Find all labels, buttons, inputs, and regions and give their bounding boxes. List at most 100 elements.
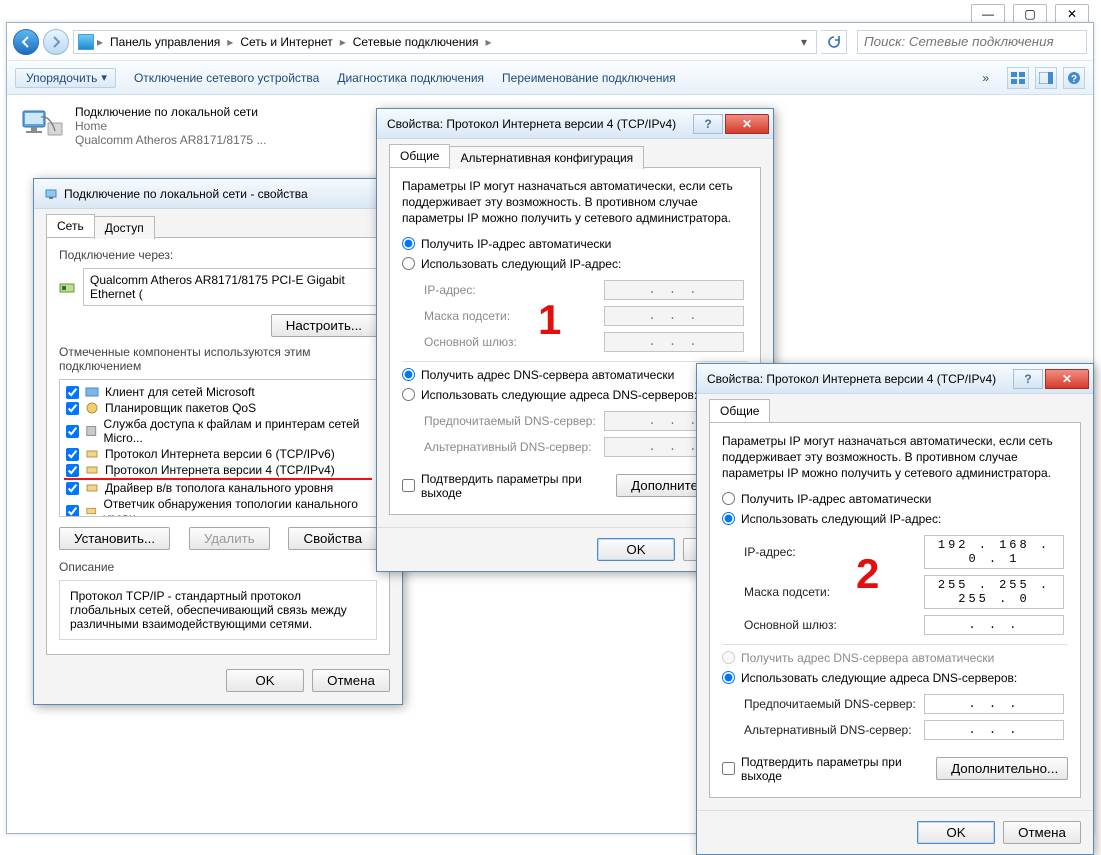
adapter-properties-dialog: Подключение по локальной сети - свойства… [33,178,403,705]
dialog-title: Свойства: Протокол Интернета версии 4 (T… [707,372,996,386]
cancel-button[interactable]: Отмена [312,669,390,692]
annotation-1: 1 [538,296,561,344]
radio-manual-ip[interactable] [402,257,415,270]
tab-strip: Сеть Доступ [46,214,390,237]
gateway-input: . . . [604,332,744,352]
toolbar-overflow[interactable]: » [982,71,989,85]
radio-auto-dns [722,651,735,664]
ok-button[interactable]: OK [597,538,675,561]
tab-access[interactable]: Доступ [94,216,155,239]
radio-auto-ip[interactable] [722,492,735,505]
dns1-input[interactable]: . . . [924,694,1064,714]
dialog-titlebar[interactable]: Свойства: Протокол Интернета версии 4 (T… [697,364,1093,394]
components-list[interactable]: Клиент для сетей Microsoft Планировщик п… [59,379,377,517]
dns2-input[interactable]: . . . [924,720,1064,740]
radio-auto-ip-label: Получить IP-адрес автоматически [421,237,611,251]
ok-button[interactable]: OK [917,821,995,844]
search-input[interactable] [857,30,1087,54]
back-button[interactable] [13,29,39,55]
adapter-name-field: Qualcomm Atheros AR8171/8175 PCI-E Gigab… [83,268,377,306]
tab-general[interactable]: Общие [709,399,770,422]
dns2-label: Альтернативный DNS-сервер: [744,723,924,737]
client-icon [85,385,99,399]
radio-auto-ip-label: Получить IP-адрес автоматически [741,492,931,506]
diagnose-connection-button[interactable]: Диагностика подключения [337,71,484,85]
breadcrumb[interactable]: ▸ Панель управления ▸ Сеть и Интернет ▸ … [73,30,817,54]
ok-button[interactable]: OK [226,669,304,692]
close-window-button[interactable]: ✕ [1055,4,1089,24]
toolbar: Упорядочить ▾ Отключение сетевого устрой… [7,61,1093,95]
forward-button[interactable] [43,29,69,55]
preview-pane-button[interactable] [1035,67,1057,89]
list-item: Планировщик пакетов QoS [64,400,372,416]
confirm-on-exit-checkbox[interactable] [402,479,415,492]
radio-auto-ip[interactable] [402,237,415,250]
dns1-label: Предпочитаемый DNS-сервер: [424,414,604,428]
maximize-button[interactable]: ▢ [1013,4,1047,24]
intro-text: Параметры IP могут назначаться автоматич… [402,178,748,227]
dialog-titlebar[interactable]: Подключение по локальной сети - свойства [34,179,402,209]
advanced-button[interactable]: Дополнительно... [936,757,1068,780]
dialog-close-button[interactable]: ✕ [725,114,769,134]
item-checkbox[interactable] [66,464,79,477]
help-button[interactable]: ? [1063,67,1085,89]
list-item: Протокол Интернета версии 6 (TCP/IPv6) [64,446,372,462]
mask-label: Маска подсети: [744,585,924,599]
component-properties-button[interactable]: Свойства [288,527,377,550]
organize-menu[interactable]: Упорядочить ▾ [15,68,116,88]
network-item-text: Подключение по локальной сети Home Qualc… [75,105,266,147]
refresh-button[interactable] [821,30,847,54]
radio-auto-dns[interactable] [402,368,415,381]
breadcrumb-item[interactable]: Сеть и Интернет [236,35,336,49]
breadcrumb-item[interactable]: Сетевые подключения [349,35,483,49]
dns2-label: Альтернативный DNS-сервер: [424,440,604,454]
dialog-help-button[interactable]: ? [693,114,723,134]
cancel-button[interactable]: Отмена [1003,821,1081,844]
protocol-icon [85,447,99,461]
intro-text: Параметры IP могут назначаться автоматич… [722,433,1068,482]
radio-manual-dns-label: Использовать следующие адреса DNS-сервер… [741,671,1017,685]
install-button[interactable]: Установить... [59,527,170,550]
dialog-titlebar[interactable]: Свойства: Протокол Интернета версии 4 (T… [377,109,773,139]
control-panel-icon [78,34,94,50]
gateway-label: Основной шлюз: [424,335,604,349]
item-checkbox[interactable] [66,386,79,399]
list-item: Клиент для сетей Microsoft [64,384,372,400]
dns1-label: Предпочитаемый DNS-сервер: [744,697,924,711]
list-item: Ответчик обнаружения топологии канальног… [64,496,372,517]
radio-manual-dns[interactable] [402,388,415,401]
list-item: Служба доступа к файлам и принтерам сете… [64,416,372,446]
configure-button[interactable]: Настроить... [271,314,377,337]
ip-input: . . . [604,280,744,300]
confirm-on-exit-checkbox[interactable] [722,762,735,775]
radio-manual-dns[interactable] [722,671,735,684]
breadcrumb-item[interactable]: Панель управления [106,35,224,49]
confirm-on-exit-label: Подтвердить параметры при выходе [741,755,936,783]
rename-connection-button[interactable]: Переименование подключения [502,71,676,85]
gateway-input[interactable]: . . . [924,615,1064,635]
radio-auto-dns-label: Получить адрес DNS-сервера автоматически [741,651,994,665]
item-checkbox[interactable] [66,425,79,438]
tab-alt-config[interactable]: Альтернативная конфигурация [449,146,644,169]
dialog-help-button[interactable]: ? [1013,369,1043,389]
protocol-icon [85,504,97,517]
ip-input[interactable]: 192 . 168 . 0 . 1 [924,535,1064,569]
radio-manual-ip[interactable] [722,512,735,525]
item-checkbox[interactable] [66,482,79,495]
tab-network[interactable]: Сеть [46,214,95,237]
item-checkbox[interactable] [66,448,79,461]
item-checkbox[interactable] [66,402,79,415]
view-icons-button[interactable] [1007,67,1029,89]
minimize-button[interactable]: — [971,4,1005,24]
disable-device-button[interactable]: Отключение сетевого устройства [134,71,319,85]
mask-input[interactable]: 255 . 255 . 255 . 0 [924,575,1064,609]
breadcrumb-dropdown[interactable]: ▾ [796,31,812,53]
network-item-device: Qualcomm Atheros AR8171/8175 ... [75,133,266,147]
chevron-right-icon: ▸ [227,35,233,49]
chevron-right-icon: ▸ [97,35,103,49]
item-checkbox[interactable] [66,505,79,518]
dialog-close-button[interactable]: ✕ [1045,369,1089,389]
ip-label: IP-адрес: [424,283,604,297]
tab-general[interactable]: Общие [389,144,450,167]
mask-label: Маска подсети: [424,309,604,323]
